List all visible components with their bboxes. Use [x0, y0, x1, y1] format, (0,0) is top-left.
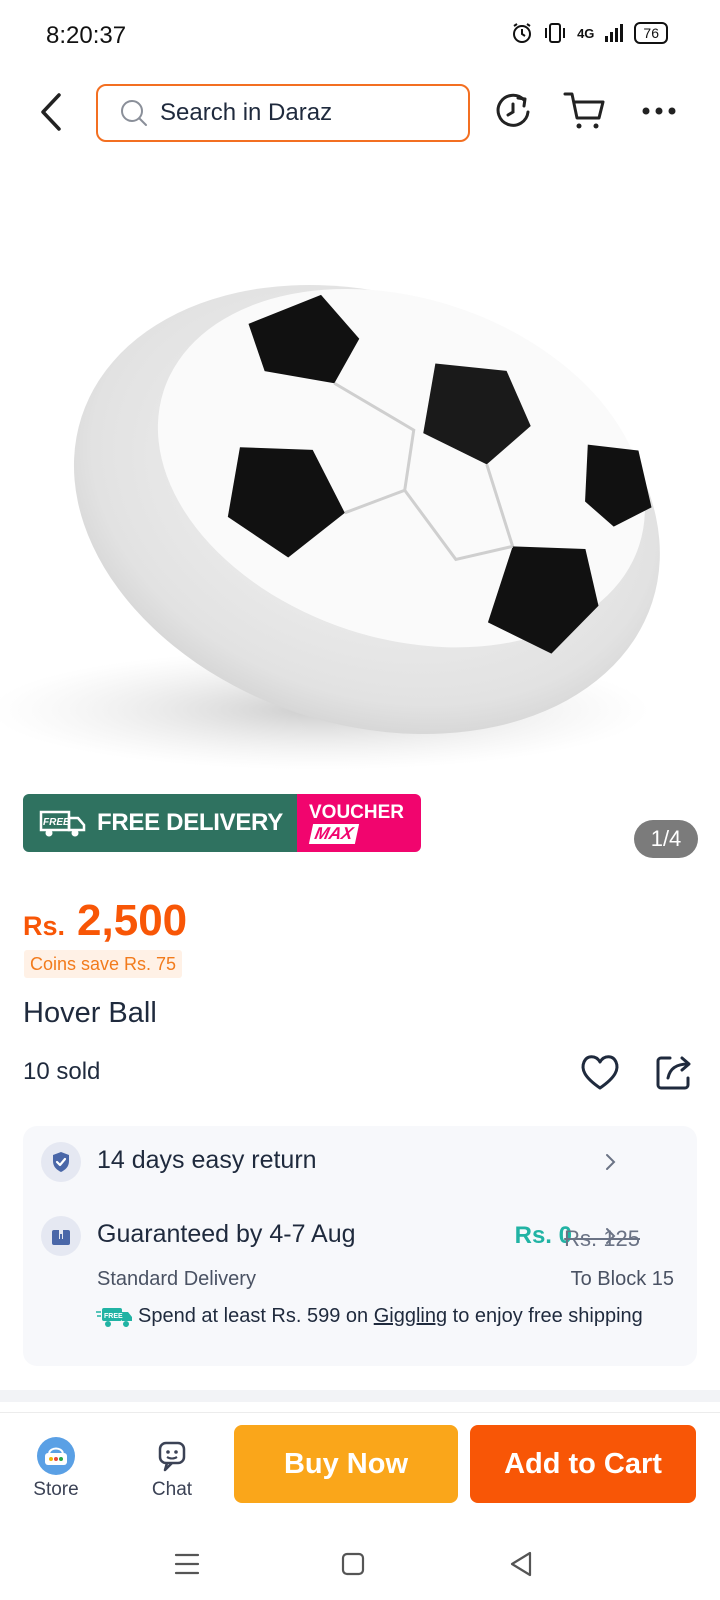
delivery-destination: To Block 15 — [570, 1268, 674, 1290]
chat-icon — [153, 1437, 191, 1475]
free-delivery-badge: FREE FREE DELIVERY — [23, 794, 297, 852]
search-placeholder: Search in Daraz — [160, 99, 333, 126]
price-currency: Rs. — [23, 911, 66, 941]
chat-button[interactable]: Chat — [132, 1437, 212, 1501]
store-label: Store — [33, 1479, 79, 1500]
header: Search in Daraz — [0, 76, 720, 148]
delivery-guarantee-text: Guaranteed by 4-7 Aug — [97, 1220, 356, 1248]
promo-suffix: to enjoy free shipping — [447, 1305, 643, 1327]
menu-nav-button[interactable] — [170, 1547, 204, 1581]
promo-prefix: Spend at least Rs. 599 on — [138, 1305, 374, 1327]
free-shipping-promo: Spend at least Rs. 599 on Giggling to en… — [138, 1305, 658, 1327]
chat-label: Chat — [151, 1479, 193, 1500]
back-triangle-icon — [510, 1551, 532, 1577]
promo-icon-tag: FREE — [104, 1313, 123, 1320]
free-delivery-label: FREE DELIVERY — [97, 809, 283, 836]
product-price: Rs. 2,500 — [23, 896, 187, 946]
product-title: Hover Ball — [23, 997, 157, 1029]
more-button[interactable] — [636, 88, 682, 134]
add-to-cart-button[interactable]: Add to Cart — [470, 1425, 696, 1503]
price-amount: 2,500 — [77, 896, 188, 945]
more-icon — [642, 107, 676, 115]
store-button[interactable]: Store — [16, 1437, 96, 1501]
voucher-label: VOUCHER — [309, 802, 405, 823]
wishlist-button[interactable] — [578, 1050, 622, 1094]
chevron-left-icon — [41, 93, 61, 131]
shipping-original-fee: Rs. 125 — [564, 1226, 640, 1251]
store-link[interactable]: Giggling — [374, 1305, 447, 1327]
truck-tag-text: FREE — [43, 817, 70, 828]
section-separator — [0, 1390, 720, 1402]
chevron-right-icon — [606, 1154, 616, 1170]
package-icon — [41, 1216, 81, 1256]
voucher-max-label: MAX — [308, 824, 359, 844]
search-input[interactable]: Search in Daraz — [96, 84, 470, 142]
image-pager: 1/4 — [634, 820, 698, 858]
back-nav-button[interactable] — [504, 1547, 538, 1581]
free-shipping-icon: FREE — [96, 1308, 132, 1327]
refresh-icon — [496, 93, 530, 127]
system-navigation-bar — [0, 1525, 720, 1600]
battery-level: 76 — [634, 22, 668, 44]
delivery-type: Standard Delivery — [97, 1268, 256, 1290]
status-time: 8:20:37 — [46, 22, 127, 49]
heart-icon — [581, 1055, 619, 1090]
vibrate-icon — [545, 23, 566, 43]
bottom-action-bar: Store Chat Buy Now Add to Cart — [0, 1412, 720, 1522]
coins-save-badge: Coins save Rs. 75 — [24, 950, 183, 978]
cart-button[interactable] — [562, 88, 608, 134]
store-icon — [37, 1437, 75, 1475]
back-button[interactable] — [30, 90, 70, 134]
product-image[interactable] — [0, 150, 720, 790]
home-square-icon — [341, 1552, 365, 1576]
buy-now-button[interactable]: Buy Now — [234, 1425, 458, 1503]
share-button[interactable] — [652, 1050, 696, 1094]
status-icons: 4G 76 — [511, 22, 668, 44]
signal-icon — [605, 24, 624, 42]
alarm-icon — [513, 23, 532, 43]
return-policy-text: 14 days easy return — [97, 1146, 317, 1174]
menu-icon — [174, 1553, 200, 1575]
home-nav-button[interactable] — [336, 1547, 370, 1581]
share-icon — [656, 1056, 691, 1090]
history-button[interactable] — [490, 88, 536, 134]
status-bar: 8:20:37 4G 76 — [0, 0, 720, 70]
shield-check-icon — [41, 1142, 81, 1182]
voucher-max-badge: VOUCHER MAX — [297, 794, 421, 852]
hover-ball-image — [0, 284, 660, 770]
delivery-truck-icon: FREE — [39, 810, 86, 837]
search-icon — [121, 100, 147, 126]
network-type: 4G — [577, 25, 595, 41]
cart-icon — [563, 92, 605, 129]
sold-count: 10 sold — [23, 1058, 101, 1085]
